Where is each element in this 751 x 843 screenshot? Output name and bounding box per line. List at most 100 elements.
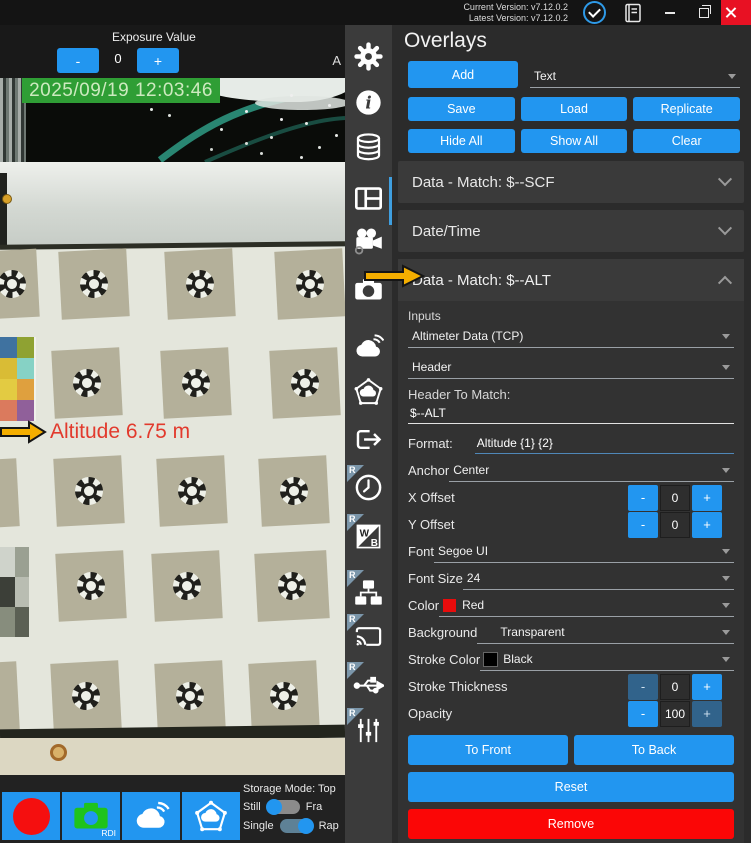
storage-mode-box: Storage Mode: Top Still Fra Single Rap — [243, 783, 345, 843]
record-icon — [13, 798, 50, 835]
camera-live-view[interactable]: 2025/09/19 12:03:46 Altitude 6.75 m — [0, 78, 345, 775]
video-camera-settings-icon[interactable] — [353, 225, 384, 256]
anchor-dropdown[interactable]: Center — [449, 459, 734, 482]
chevron-up-icon — [718, 276, 732, 290]
tank-wall — [0, 162, 345, 247]
format-label: Format: — [408, 436, 453, 451]
water-splash — [255, 96, 345, 110]
font-value: Segoe UI — [438, 544, 488, 558]
release-notes-icon[interactable] — [622, 2, 644, 24]
stroke-thickness-stepper: - 0 + — [628, 674, 722, 700]
anchor-label: Anchor — [408, 463, 449, 478]
update-check-icon[interactable] — [583, 1, 606, 24]
y-offset-increase-button[interactable]: + — [692, 512, 722, 538]
calibration-square — [0, 249, 40, 320]
x-offset-value: 0 — [660, 485, 690, 511]
still-frame-toggle[interactable] — [267, 800, 300, 814]
replicate-button[interactable]: Replicate — [633, 97, 740, 121]
exposure-value: 0 — [99, 51, 137, 66]
bubbles — [150, 108, 153, 111]
exposure-decrease-button[interactable]: - — [57, 48, 99, 73]
calibration-square — [156, 455, 227, 526]
network-devices-icon[interactable]: R — [353, 577, 384, 608]
match-mode-dropdown[interactable]: Header — [408, 356, 734, 379]
calibration-square — [55, 550, 126, 621]
background-value: Transparent — [500, 625, 564, 639]
layout-panels-icon[interactable] — [353, 183, 384, 214]
calibration-square — [274, 248, 345, 319]
section-header-alt[interactable]: Data - Match: $--ALT — [398, 259, 744, 301]
calibration-square — [0, 661, 20, 730]
clear-button[interactable]: Clear — [633, 129, 740, 153]
stroke-color-dropdown[interactable]: Black — [480, 648, 734, 671]
cloud-upload-icon[interactable] — [353, 331, 384, 362]
calibration-square — [248, 660, 319, 731]
overlay-type-dropdown[interactable]: Text — [530, 65, 740, 88]
inputs-dropdown[interactable]: Altimeter Data (TCP) — [408, 325, 734, 348]
to-front-button[interactable]: To Front — [408, 735, 568, 765]
pentagon-network-icon[interactable] — [353, 376, 384, 407]
stroke-color-label: Stroke Color — [408, 652, 480, 667]
pentagon-network-button[interactable] — [182, 792, 240, 840]
clock-icon[interactable]: R — [353, 472, 384, 503]
x-offset-decrease-button[interactable]: - — [628, 485, 658, 511]
chevron-down-icon — [728, 74, 736, 79]
opacity-increase-button[interactable]: + — [692, 701, 722, 727]
info-icon[interactable]: i — [353, 87, 384, 118]
header-to-match-input[interactable]: $--ALT — [408, 404, 734, 424]
reset-button[interactable]: Reset — [408, 772, 734, 802]
usb-icon[interactable]: R — [353, 669, 384, 700]
hide-all-button[interactable]: Hide All — [408, 129, 515, 153]
record-button[interactable] — [2, 792, 60, 840]
single-rapid-toggle[interactable] — [280, 819, 313, 833]
show-all-button[interactable]: Show All — [521, 129, 628, 153]
background-dropdown[interactable]: Transparent — [477, 621, 734, 644]
to-back-button[interactable]: To Back — [574, 735, 734, 765]
settings-gear-icon[interactable] — [353, 41, 384, 72]
chevron-down-icon — [722, 468, 730, 473]
save-button[interactable]: Save — [408, 97, 515, 121]
stroke-thickness-increase-button[interactable]: + — [692, 674, 722, 700]
remove-button[interactable]: Remove — [408, 809, 734, 839]
y-offset-label: Y Offset — [408, 517, 455, 532]
capture-still-button[interactable]: RDI — [62, 792, 120, 840]
screen-cast-icon[interactable]: R — [353, 621, 384, 652]
chevron-down-icon — [722, 549, 730, 554]
section-date-time[interactable]: Date/Time — [398, 210, 744, 252]
opacity-label: Opacity — [408, 706, 452, 721]
stroke-thickness-decrease-button[interactable]: - — [628, 674, 658, 700]
chevron-down-icon — [722, 365, 730, 370]
exposure-increase-button[interactable]: + — [137, 48, 179, 73]
x-offset-stepper: - 0 + — [628, 485, 722, 511]
color-dropdown[interactable]: Red — [439, 594, 734, 617]
color-swatch — [443, 599, 456, 612]
format-input[interactable]: Altitude {1} {2} — [475, 434, 734, 454]
calibration-target — [72, 368, 101, 397]
chevron-down-icon — [722, 603, 730, 608]
toggle-knob[interactable] — [298, 818, 314, 834]
cloud-upload-button[interactable] — [122, 792, 180, 840]
white-balance-icon[interactable]: R WB — [353, 521, 384, 552]
database-icon[interactable] — [353, 131, 384, 162]
load-button[interactable]: Load — [521, 97, 628, 121]
adjustment-sliders-icon[interactable]: R — [353, 715, 384, 746]
anchor-value: Center — [453, 463, 489, 477]
close-button[interactable] — [721, 0, 751, 25]
calibration-target — [279, 476, 308, 505]
restore-button[interactable] — [687, 0, 721, 25]
inputs-value: Altimeter Data (TCP) — [412, 329, 523, 343]
opacity-decrease-button[interactable]: - — [628, 701, 658, 727]
font-size-dropdown[interactable]: 24 — [463, 567, 734, 590]
y-offset-decrease-button[interactable]: - — [628, 512, 658, 538]
font-dropdown[interactable]: Segoe UI — [434, 540, 734, 563]
export-icon[interactable] — [353, 424, 384, 455]
add-overlay-button[interactable]: Add — [408, 61, 518, 88]
calibration-target — [185, 269, 214, 298]
calibration-target — [175, 681, 204, 710]
section-data-match-scf[interactable]: Data - Match: $--SCF — [398, 161, 744, 203]
color-label: Color — [408, 598, 439, 613]
minimize-button[interactable] — [653, 0, 687, 25]
altitude-overlay: Altitude 6.75 m — [0, 419, 190, 445]
toggle-knob[interactable] — [266, 799, 282, 815]
x-offset-increase-button[interactable]: + — [692, 485, 722, 511]
